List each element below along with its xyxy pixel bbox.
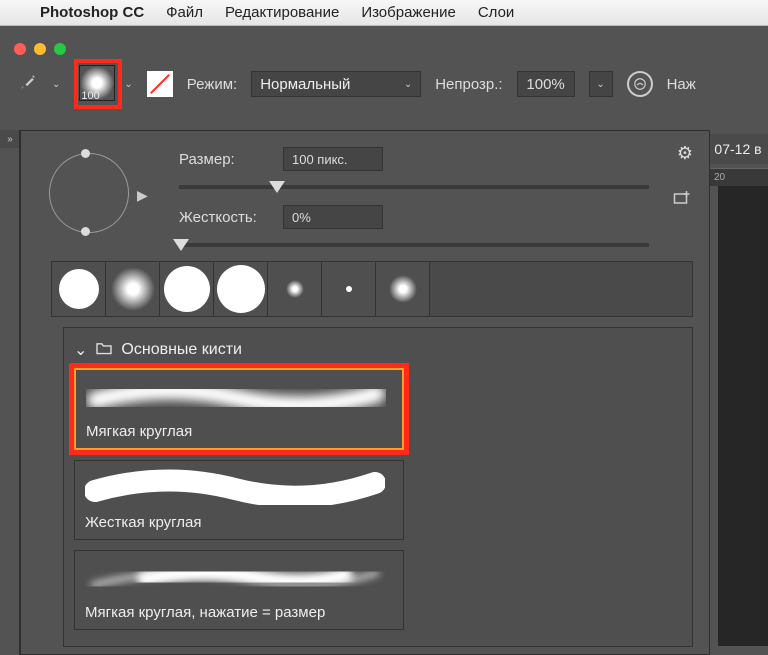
- menu-layers[interactable]: Слои: [478, 4, 514, 21]
- recent-brush[interactable]: [214, 262, 268, 316]
- fullscreen-window-button[interactable]: [54, 43, 66, 55]
- brush-stroke-preview-icon: [86, 378, 386, 414]
- chevron-down-icon: ⌄: [404, 79, 412, 90]
- toggle-brush-panel-button[interactable]: [147, 71, 173, 97]
- brush-list: ⌄ Основные кисти Мягкая круглая Жесткая …: [63, 327, 693, 647]
- brush-preset-chevron-icon[interactable]: ⌄: [124, 79, 132, 90]
- brush-folder-header[interactable]: ⌄ Основные кисти: [74, 340, 682, 360]
- mode-label: Режим:: [187, 76, 237, 93]
- brush-preset-panel: ▶ Размер: 100 пикс. Жесткость: 0% ⚙︎: [20, 130, 710, 655]
- close-window-button[interactable]: [14, 43, 26, 55]
- canvas[interactable]: [718, 186, 768, 646]
- recent-brush[interactable]: [160, 262, 214, 316]
- menu-image[interactable]: Изображение: [361, 4, 456, 21]
- folder-icon: [95, 341, 113, 360]
- recent-brush[interactable]: [52, 262, 106, 316]
- tip-handle-icon[interactable]: [81, 227, 90, 236]
- opacity-input[interactable]: 100%: [517, 71, 575, 97]
- brush-item-hard-round[interactable]: Жесткая круглая: [74, 460, 404, 540]
- brush-tool-icon[interactable]: [18, 72, 38, 96]
- brush-item-soft-round[interactable]: Мягкая круглая: [74, 368, 404, 450]
- size-label: Размер:: [179, 151, 269, 168]
- gear-icon[interactable]: ⚙︎: [677, 143, 693, 164]
- hardness-slider[interactable]: [179, 243, 649, 247]
- brush-tip-angle-control[interactable]: ▶: [39, 145, 159, 245]
- brush-item-soft-round-pressure[interactable]: Мягкая круглая, нажатие = размер: [74, 550, 404, 630]
- menu-edit[interactable]: Редактирование: [225, 4, 339, 21]
- flow-label: Наж: [667, 76, 696, 93]
- opacity-label: Непрозр.:: [435, 76, 502, 93]
- recent-brush[interactable]: [322, 262, 376, 316]
- brush-name: Мягкая круглая: [86, 423, 392, 440]
- tip-handle-icon[interactable]: [81, 149, 90, 158]
- recent-brushes-strip: [51, 261, 693, 317]
- tool-options-bar: ⌄ 100 ⌄ Режим: Нормальный⌄ Непрозр.: 100…: [0, 62, 768, 106]
- mac-menubar: Photoshop CC Файл Редактирование Изображ…: [0, 0, 768, 26]
- hardness-label: Жесткость:: [179, 209, 269, 226]
- minimize-window-button[interactable]: [34, 43, 46, 55]
- hardness-input[interactable]: 0%: [283, 205, 383, 229]
- blend-mode-select[interactable]: Нормальный⌄: [251, 71, 421, 97]
- recent-brush[interactable]: [268, 262, 322, 316]
- pressure-opacity-icon[interactable]: [627, 71, 653, 97]
- brush-size-readout: 100: [81, 90, 99, 102]
- size-slider[interactable]: [179, 185, 649, 189]
- collapse-panels-button[interactable]: »: [0, 130, 20, 148]
- recent-brush[interactable]: [106, 262, 160, 316]
- folder-name: Основные кисти: [121, 341, 242, 359]
- chevron-down-icon: ⌄: [74, 340, 87, 360]
- brush-preset-picker[interactable]: 100: [74, 59, 122, 109]
- new-preset-icon[interactable]: [673, 189, 691, 208]
- brush-stroke-preview-icon: [85, 469, 385, 505]
- size-input[interactable]: 100 пикс.: [283, 147, 383, 171]
- slider-thumb-icon[interactable]: [173, 239, 189, 251]
- opacity-chevron-button[interactable]: ⌄: [589, 71, 613, 97]
- brush-name: Мягкая круглая, нажатие = размер: [85, 604, 393, 621]
- recent-brush[interactable]: [376, 262, 430, 316]
- app-name[interactable]: Photoshop CC: [40, 4, 144, 21]
- document-tab[interactable]: 07-12 в: [708, 134, 768, 164]
- menu-file[interactable]: Файл: [166, 4, 203, 21]
- slider-thumb-icon[interactable]: [269, 181, 285, 193]
- arrow-right-icon[interactable]: ▶: [137, 187, 148, 204]
- ruler: 20: [708, 168, 768, 186]
- tool-preset-chevron-icon[interactable]: ⌄: [52, 79, 60, 90]
- brush-name: Жесткая круглая: [85, 514, 393, 531]
- brush-stroke-preview-icon: [85, 559, 385, 595]
